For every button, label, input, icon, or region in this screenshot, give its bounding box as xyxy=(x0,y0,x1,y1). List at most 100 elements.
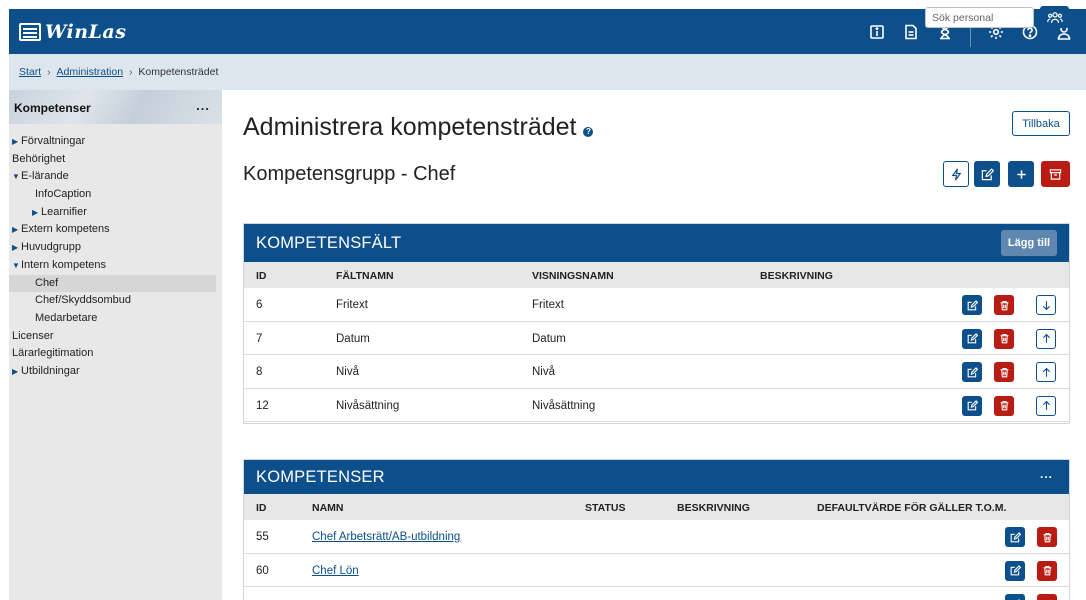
column-header[interactable]: FÄLTNAMN xyxy=(336,270,394,282)
tree-item-extern-kompetens[interactable]: ▶ Extern kompetens xyxy=(9,221,222,239)
lightning-button[interactable] xyxy=(943,161,969,187)
add-field-button[interactable]: Lägg till xyxy=(1001,230,1057,256)
info-icon[interactable] xyxy=(867,22,887,42)
edit-icon xyxy=(967,400,978,411)
delete-button[interactable] xyxy=(994,395,1014,416)
sidebar-menu-button[interactable]: ... xyxy=(196,98,210,113)
users-icon xyxy=(1046,11,1063,23)
delete-button[interactable] xyxy=(994,362,1014,383)
move-up-button[interactable] xyxy=(1036,328,1056,349)
competence-id: 55 xyxy=(256,531,269,543)
tree-item-behorighet[interactable]: Behörighet xyxy=(9,151,222,169)
archive-group-button[interactable] xyxy=(1041,161,1070,187)
edit-button[interactable] xyxy=(1005,560,1025,581)
add-group-button[interactable] xyxy=(1008,161,1034,187)
tree-item-utbildningar[interactable]: ▶ Utbildningar xyxy=(9,363,222,381)
competences-menu-button[interactable]: ... xyxy=(1040,467,1053,481)
app-logo[interactable]: WinLas xyxy=(19,20,126,44)
delete-button[interactable] xyxy=(1037,594,1057,600)
page-title: Administrera kompetensträdet ? xyxy=(243,113,594,142)
competence-link[interactable]: Chef Lön xyxy=(312,565,359,577)
lightning-icon xyxy=(951,168,961,180)
edit-group-button[interactable] xyxy=(974,161,1000,187)
column-header[interactable]: DEFAULTVÄRDE FÖR GÄLLER T.O.M. xyxy=(817,502,1006,514)
move-up-button[interactable] xyxy=(1036,395,1056,416)
tree-item-chef[interactable]: Chef xyxy=(9,274,216,293)
field-id: 6 xyxy=(256,299,263,311)
trash-icon xyxy=(1000,401,1008,411)
sidebar-header: Kompetenser ... xyxy=(9,90,222,124)
document-icon[interactable] xyxy=(901,22,921,42)
tree-item-lararlegitimation[interactable]: Lärarlegitimation xyxy=(9,345,222,363)
help-icon[interactable]: ? xyxy=(583,126,594,137)
edit-button[interactable] xyxy=(962,328,982,349)
fields-panel: KOMPETENSFÄLT Lägg till ID FÄLTNAMN VISN… xyxy=(243,223,1070,424)
sidebar-title: Kompetenser xyxy=(14,101,91,115)
caret-right-icon[interactable]: ▶ xyxy=(12,239,21,257)
search-personnel-input[interactable] xyxy=(925,7,1034,28)
field-name: Fritext xyxy=(336,299,368,311)
field-name: Nivå xyxy=(336,366,360,379)
field-id: 7 xyxy=(256,332,263,345)
arrow-up-icon xyxy=(1042,367,1050,377)
competences-panel-header: KOMPETENSER ... xyxy=(244,460,1069,494)
tree-item-medarbetare[interactable]: Medarbetare xyxy=(9,310,222,328)
personnel-search-button[interactable] xyxy=(1040,6,1069,28)
competences-panel-title: KOMPETENSER xyxy=(256,468,385,486)
breadcrumb-administration[interactable]: Administration xyxy=(57,66,124,78)
edit-icon xyxy=(967,366,978,378)
delete-button[interactable] xyxy=(994,328,1014,349)
move-down-button[interactable] xyxy=(1036,295,1056,315)
edit-button[interactable] xyxy=(962,295,982,315)
tree-item-chef-skyddsombud[interactable]: Chef/Skyddsombud xyxy=(9,292,222,310)
competence-link[interactable]: Chef Arbetsrätt/AB-utbildning xyxy=(312,531,460,543)
field-id: 12 xyxy=(256,399,269,412)
delete-button[interactable] xyxy=(1037,560,1057,581)
delete-button[interactable] xyxy=(1037,527,1057,547)
column-header[interactable]: ID xyxy=(256,502,267,514)
trash-icon xyxy=(1043,532,1051,542)
arrow-up-icon xyxy=(1042,401,1050,411)
sidebar: Kompetenser ... ▶ Förvaltningar Behörighe… xyxy=(9,90,222,600)
archive-icon xyxy=(1049,168,1062,180)
move-up-button[interactable] xyxy=(1036,362,1056,383)
edit-button[interactable] xyxy=(962,395,982,416)
tree-item-infocaption[interactable]: InfoCaption xyxy=(9,186,222,204)
caret-right-icon[interactable]: ▶ xyxy=(12,363,21,381)
caret-right-icon[interactable]: ▶ xyxy=(12,221,21,239)
breadcrumb: Start › Administration › Kompetensträdet xyxy=(19,66,218,78)
column-header[interactable]: NAMN xyxy=(312,502,344,514)
chevron-right-icon: › xyxy=(47,66,51,78)
plus-icon xyxy=(1016,169,1026,179)
caret-down-icon[interactable]: ▼ xyxy=(12,257,21,275)
caret-right-icon[interactable]: ▶ xyxy=(32,204,41,222)
edit-button[interactable] xyxy=(1005,527,1025,547)
back-button[interactable]: Tillbaka xyxy=(1012,111,1070,136)
tree-item-forvaltningar[interactable]: ▶ Förvaltningar xyxy=(9,133,222,151)
column-header[interactable]: BESKRIVNING xyxy=(677,502,750,514)
tree-item-learnifier[interactable]: ▶ Learnifier xyxy=(9,204,222,222)
fields-panel-header: KOMPETENSFÄLT Lägg till xyxy=(244,224,1069,262)
edit-button[interactable] xyxy=(1005,594,1025,600)
trash-icon xyxy=(1043,566,1051,576)
column-header[interactable]: ID xyxy=(256,270,267,282)
column-header[interactable]: VISNINGSNAMN xyxy=(532,270,614,282)
competence-id: 60 xyxy=(256,564,269,577)
breadcrumb-start[interactable]: Start xyxy=(19,66,41,78)
tree-item-licenser[interactable]: Licenser xyxy=(9,328,222,346)
fields-table-header: ID FÄLTNAMN VISNINGSNAMN BESKRIVNING xyxy=(244,262,1069,288)
edit-button[interactable] xyxy=(962,362,982,383)
edit-icon xyxy=(967,299,978,310)
tree-item-huvudgrupp[interactable]: ▶ Huvudgrupp xyxy=(9,239,222,257)
competence-tree: ▶ Förvaltningar Behörighet ▼E-lärande Inf… xyxy=(9,124,222,381)
delete-button[interactable] xyxy=(994,295,1014,315)
column-header[interactable]: STATUS xyxy=(585,502,625,514)
tree-item-e-larande[interactable]: ▼E-lärande xyxy=(9,168,222,186)
caret-right-icon[interactable]: ▶ xyxy=(12,133,21,151)
trash-icon xyxy=(1000,300,1008,310)
tree-item-intern-kompetens[interactable]: ▼Intern kompetens xyxy=(9,257,222,275)
caret-down-icon[interactable]: ▼ xyxy=(12,168,21,186)
column-header[interactable]: BESKRIVNING xyxy=(760,270,833,282)
logo-icon xyxy=(19,23,41,41)
competences-table-header: ID NAMN STATUS BESKRIVNING DEFAULTVÄRDE … xyxy=(244,494,1069,520)
